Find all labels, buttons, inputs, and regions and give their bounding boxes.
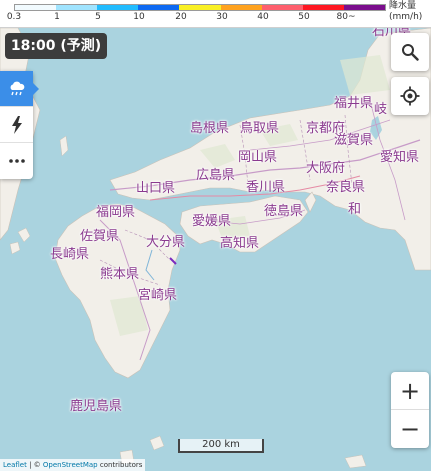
label-fukuoka: 福岡県 (96, 205, 136, 220)
label-gifu: 岐 (374, 102, 388, 117)
rain-cloud-icon (10, 81, 24, 95)
zoom-out-button[interactable]: − (391, 410, 429, 448)
label-hiroshima: 広島県 (196, 168, 236, 183)
legend-tick: 1 (54, 12, 60, 22)
search-icon (402, 44, 419, 61)
label-nagasaki: 長崎県 (50, 247, 90, 262)
lightning-layer-button[interactable] (0, 107, 33, 143)
legend-tick: 40 (257, 12, 269, 22)
label-shimane: 島根県 (190, 121, 230, 136)
label-nara: 奈良県 (326, 180, 366, 195)
legend-tick: 30 (216, 12, 228, 22)
legend-tick: 5 (95, 12, 101, 22)
forecast-time-badge[interactable]: 18:00 (予測) (5, 33, 107, 59)
label-wakayama: 和 (348, 202, 362, 217)
zoom-control: + − (391, 372, 429, 448)
legend-title: 降水量 (mm/h) (389, 1, 423, 22)
legend-swatch (138, 5, 180, 10)
attribution-separator: | © (26, 461, 43, 469)
label-shiga: 滋賀県 (334, 133, 374, 148)
attribution-suffix: contributors (97, 461, 143, 469)
precipitation-legend: 0.3 1 5 10 20 30 40 50 80~ 降水量 (mm/h) (0, 0, 431, 28)
legend-tick: 10 (133, 12, 145, 22)
more-button[interactable] (0, 143, 33, 179)
layer-toolbar (0, 71, 39, 179)
label-kagoshima: 鹿児島県 (70, 399, 123, 414)
legend-swatch (220, 5, 262, 10)
legend-swatch (343, 5, 385, 10)
leaflet-link[interactable]: Leaflet (3, 461, 27, 469)
label-fukui: 福井県 (334, 96, 374, 111)
label-yamaguchi: 山口県 (136, 181, 176, 196)
label-tottori: 鳥取県 (240, 121, 280, 136)
osm-link[interactable]: OpenStreetMap (43, 461, 98, 469)
lightning-icon (11, 115, 22, 134)
legend-swatch (261, 5, 303, 10)
label-kagawa: 香川県 (246, 180, 286, 195)
map[interactable] (0, 0, 431, 471)
legend-color-scale (14, 4, 386, 11)
legend-swatch (302, 5, 344, 10)
label-okayama: 岡山県 (238, 150, 278, 165)
label-osaka: 大阪府 (306, 161, 346, 176)
rain-layer-button[interactable] (0, 71, 39, 107)
attribution: Leaflet | © OpenStreetMap contributors (0, 459, 146, 471)
label-kochi: 高知県 (220, 236, 260, 251)
map-land (0, 27, 431, 469)
label-tokushima: 徳島県 (264, 204, 304, 219)
legend-swatch (56, 5, 98, 10)
label-aichi: 愛知県 (380, 150, 420, 165)
label-saga: 佐賀県 (80, 229, 120, 244)
scale-bar: 200 km (178, 439, 264, 453)
legend-swatch (97, 5, 139, 10)
legend-tick: 50 (298, 12, 310, 22)
legend-tick: 80~ (336, 12, 356, 22)
zoom-in-button[interactable]: + (391, 372, 429, 410)
label-oita: 大分県 (146, 235, 186, 250)
search-button[interactable] (391, 33, 429, 71)
legend-swatch (15, 5, 57, 10)
locate-icon (400, 86, 420, 106)
locate-button[interactable] (391, 77, 429, 115)
label-kumamoto: 熊本県 (100, 267, 140, 282)
more-icon (8, 159, 25, 163)
label-miyazaki: 宮崎県 (138, 288, 178, 303)
label-ehime: 愛媛県 (192, 214, 232, 229)
legend-tick: 0.3 (6, 12, 22, 22)
legend-swatch (179, 5, 221, 10)
legend-tick: 20 (175, 12, 187, 22)
